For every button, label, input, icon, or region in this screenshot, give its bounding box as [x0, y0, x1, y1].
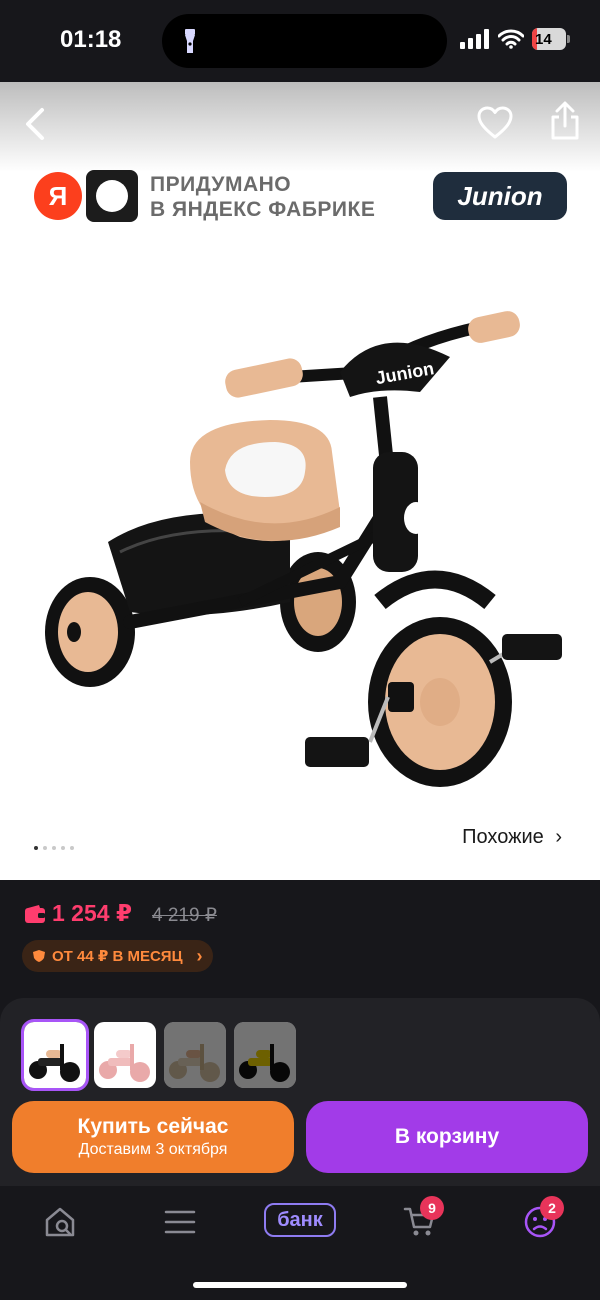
status-indicators: 14 [460, 28, 570, 50]
nav-bank[interactable]: банк [264, 1203, 336, 1237]
variant-thumb-pink[interactable] [94, 1022, 156, 1088]
variant-thumb-black[interactable] [21, 1019, 89, 1091]
product-gallery[interactable]: Я ПРИДУМАНО В ЯНДЕКС ФАБРИКЕ Junion Juni… [0, 82, 600, 880]
installment-badge[interactable]: ОТ 44 ₽ В МЕСЯЦ › [22, 940, 213, 972]
pagination-dot [34, 846, 38, 850]
chevron-right-icon: › [555, 826, 562, 848]
chevron-right-icon: › [196, 946, 203, 966]
similar-products-link[interactable]: Похожие › [462, 826, 562, 849]
nav-home[interactable] [38, 1200, 82, 1244]
shield-icon [33, 950, 45, 962]
flashlight-icon [185, 29, 195, 53]
status-time: 01:18 [60, 26, 122, 53]
wifi-icon [498, 29, 524, 49]
wallet-icon [25, 905, 45, 923]
factory-line1: ПРИДУМАНО [150, 173, 292, 196]
old-price: 4 219 ₽ [152, 905, 217, 926]
yandex-logo: Я [34, 172, 82, 220]
status-bar: 01:18 14 [0, 0, 600, 82]
profile-notification-badge: 2 [540, 1196, 564, 1220]
price-block: 1 254 ₽ 4 219 ₽ ОТ 44 ₽ В МЕСЯЦ › [0, 880, 600, 998]
gallery-pagination [34, 846, 74, 850]
similar-label: Похожие [462, 826, 544, 848]
variant-thumb-beige[interactable] [164, 1022, 226, 1088]
installment-text: ОТ 44 ₽ В МЕСЯЦ [52, 948, 183, 965]
buy-now-label: Купить сейчас [77, 1115, 229, 1138]
variant-thumb-yellow[interactable] [234, 1022, 296, 1088]
add-to-cart-button[interactable]: В корзину [306, 1101, 588, 1173]
back-arrow-icon[interactable] [20, 104, 52, 144]
pagination-dot [70, 846, 74, 850]
factory-logo [86, 170, 138, 222]
factory-line2: В ЯНДЕКС ФАБРИКЕ [150, 198, 376, 221]
brand-logo: Junion [433, 172, 567, 220]
nav-catalog[interactable] [158, 1200, 202, 1244]
battery-icon: 14 [532, 28, 570, 50]
buy-now-button[interactable]: Купить сейчас Доставим 3 октября [12, 1101, 294, 1173]
home-indicator[interactable] [193, 1282, 407, 1288]
heart-icon[interactable] [476, 104, 514, 142]
dynamic-island [162, 14, 447, 68]
pagination-dot [43, 846, 47, 850]
pagination-dot [61, 846, 65, 850]
share-icon[interactable] [546, 100, 584, 142]
home-search-icon [45, 1207, 75, 1237]
tricycle-product-image: Junion [45, 311, 562, 787]
menu-icon [164, 1210, 196, 1234]
signal-icon [460, 29, 489, 49]
cart-count-badge: 9 [420, 1196, 444, 1220]
pagination-dot [52, 846, 56, 850]
current-price: 1 254 ₽ [52, 900, 132, 926]
battery-level: 14 [535, 30, 552, 48]
factory-caption: ПРИДУМАНО В ЯНДЕКС ФАБРИКЕ [150, 172, 375, 222]
delivery-date: Доставим 3 октября [78, 1141, 228, 1158]
